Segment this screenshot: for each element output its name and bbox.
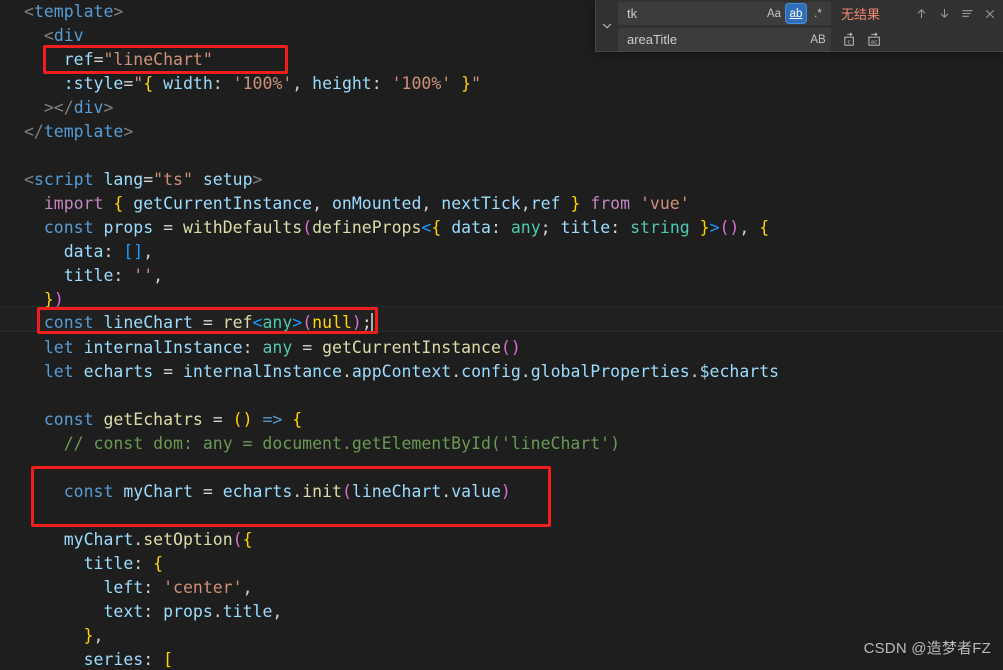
code-line[interactable]: myChart.setOption({ <box>0 528 1003 552</box>
text-caret <box>370 313 373 332</box>
code-line[interactable]: }, <box>0 624 1003 648</box>
code-line-current[interactable]: const lineChart = ref<any>(null); <box>0 311 1003 335</box>
match-case-toggle[interactable]: Aa <box>764 4 784 23</box>
replace-actions: c ac <box>839 29 886 51</box>
code-line[interactable]: series: [ <box>0 648 1003 670</box>
find-row: tk Aa ab .* 无结果 <box>618 2 1003 25</box>
whole-word-toggle[interactable]: ab <box>785 3 807 24</box>
code-line[interactable]: const props = withDefaults(defineProps<{… <box>0 216 1003 240</box>
find-replace-widget[interactable]: tk Aa ab .* 无结果 areaTitle AB c ac <box>595 0 1003 52</box>
regex-toggle[interactable]: .* <box>808 4 828 23</box>
code-line[interactable]: </template> <box>0 120 1003 144</box>
replace-input-toggles: AB <box>808 30 828 49</box>
replace-all-button[interactable]: ac <box>864 29 886 51</box>
previous-match-button[interactable] <box>910 3 932 25</box>
code-line[interactable]: :style="{ width: '100%', height: '100%' … <box>0 72 1003 96</box>
code-line[interactable]: data: [], <box>0 240 1003 264</box>
code-editor[interactable]: <template> <div ref="lineChart" :style="… <box>0 0 1003 670</box>
replace-row: areaTitle AB c ac <box>618 28 1003 51</box>
code-line[interactable]: }) <box>0 288 1003 312</box>
replace-input[interactable]: areaTitle AB <box>618 28 831 51</box>
code-line[interactable]: title: '', <box>0 264 1003 288</box>
code-line[interactable]: ></div> <box>0 96 1003 120</box>
svg-text:c: c <box>847 39 850 45</box>
code-line[interactable]: let internalInstance: any = getCurrentIn… <box>0 336 1003 360</box>
replace-button[interactable]: c <box>839 29 861 51</box>
code-line[interactable] <box>0 144 1003 168</box>
csdn-watermark: CSDN @造梦者FZ <box>863 640 991 657</box>
code-line[interactable]: title: { <box>0 552 1003 576</box>
find-status-text: 无结果 <box>841 7 881 22</box>
toggle-replace-button[interactable] <box>596 0 618 51</box>
preserve-case-toggle[interactable]: AB <box>808 30 828 49</box>
whole-word-label: ab <box>789 7 803 20</box>
code-line[interactable]: let echarts = internalInstance.appContex… <box>0 360 1003 384</box>
replace-input-value: areaTitle <box>627 32 678 47</box>
code-line[interactable]: // const dom: any = document.getElementB… <box>0 432 1003 456</box>
code-line[interactable] <box>0 456 1003 480</box>
find-widget-rows: tk Aa ab .* 无结果 areaTitle AB c ac <box>618 0 1003 51</box>
code-line[interactable]: const getEchatrs = () => { <box>0 408 1003 432</box>
close-find-button[interactable] <box>979 3 1001 25</box>
code-line[interactable]: <script lang="ts" setup> <box>0 168 1003 192</box>
chevron-down-icon <box>600 18 614 37</box>
code-line[interactable] <box>0 504 1003 528</box>
find-actions <box>910 3 1003 25</box>
find-input[interactable]: tk Aa ab .* <box>618 2 831 25</box>
screenshot-root: <template> <div ref="lineChart" :style="… <box>0 0 1003 670</box>
code-line[interactable]: const myChart = echarts.init(lineChart.v… <box>0 480 1003 504</box>
find-input-value: tk <box>627 6 638 21</box>
next-match-button[interactable] <box>933 3 955 25</box>
code-line[interactable] <box>0 384 1003 408</box>
find-input-toggles: Aa ab .* <box>764 3 828 24</box>
code-line[interactable]: import { getCurrentInstance, onMounted, … <box>0 192 1003 216</box>
svg-text:ac: ac <box>870 39 877 45</box>
code-line[interactable]: text: props.title, <box>0 600 1003 624</box>
code-line[interactable]: left: 'center', <box>0 576 1003 600</box>
find-in-selection-button[interactable] <box>956 3 978 25</box>
